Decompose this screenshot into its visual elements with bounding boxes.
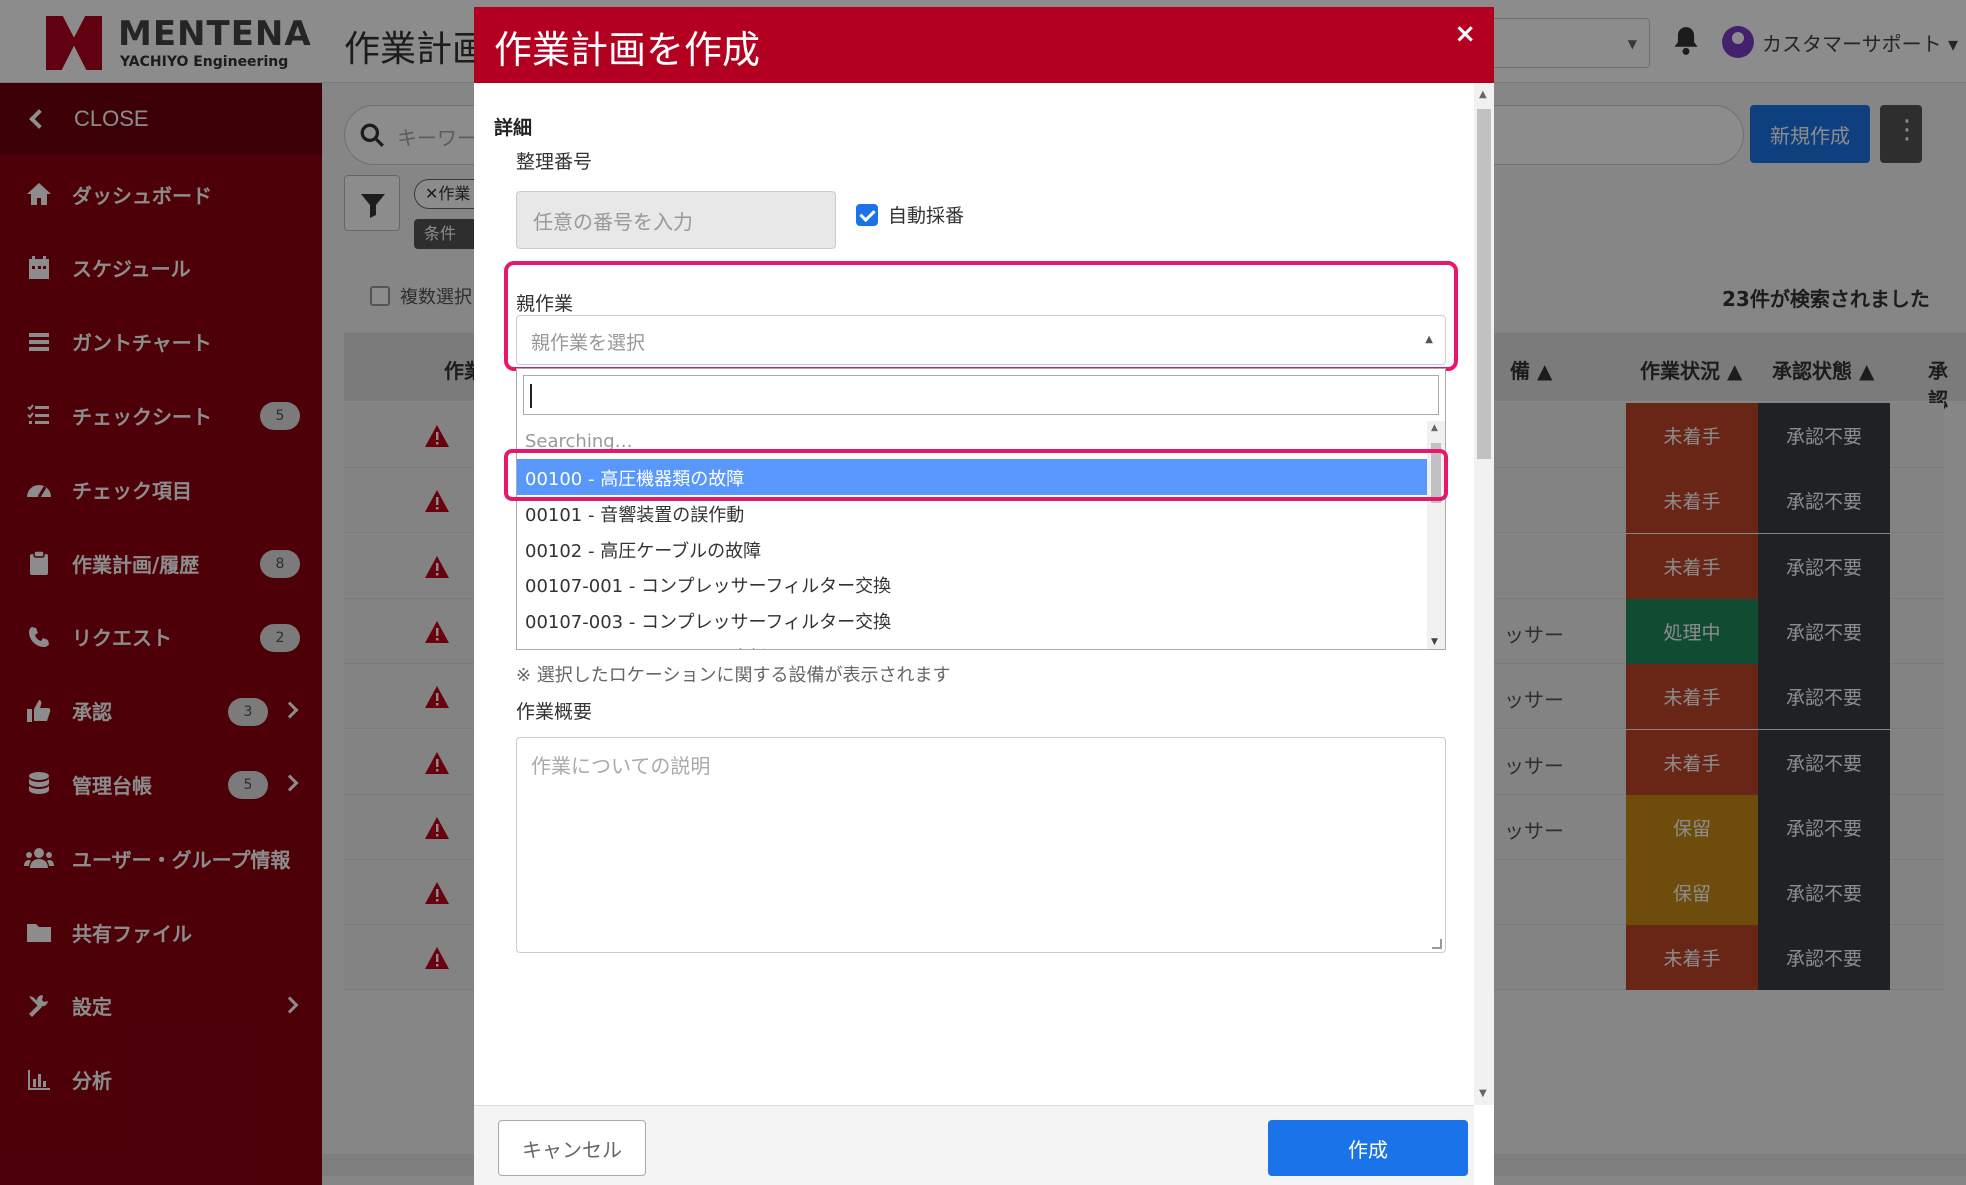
modal-header: 作業計画を作成 × <box>474 7 1494 83</box>
summary-textarea[interactable]: 作業についての説明 <box>516 737 1446 953</box>
auto-number-checkbox[interactable] <box>856 203 878 226</box>
location-hint: ※ 選択したロケーションに関する設備が表示されます <box>516 665 951 686</box>
number-input[interactable]: 任意の番号を入力 <box>516 191 836 249</box>
scroll-down-icon[interactable]: ▼ <box>1431 637 1438 647</box>
modal-scroll-thumb[interactable] <box>1477 109 1491 459</box>
create-button[interactable]: 作成 <box>1268 1120 1468 1176</box>
selected-option-highlight <box>504 449 1448 501</box>
dropdown-option[interactable]: 00102 - 高圧ケーブルの故障 <box>517 531 1429 567</box>
modal-title: 作業計画を作成 <box>494 28 761 72</box>
parent-work-highlight <box>504 261 1458 371</box>
parent-work-dropdown: Searching… 00100 - 高圧機器類の故障 00101 - 音響装置の… <box>516 368 1446 650</box>
text-cursor <box>530 384 532 408</box>
scroll-up-icon[interactable]: ▲ <box>1431 423 1438 433</box>
dropdown-option[interactable]: 00107-001 - コンプレッサーフィルター交換 <box>517 566 1429 602</box>
dropdown-search-input[interactable] <box>523 375 1439 415</box>
summary-placeholder: 作業についての説明 <box>531 754 711 778</box>
auto-number-label: 自動採番 <box>888 205 965 227</box>
modal-body: 詳細 整理番号 任意の番号を入力 自動採番 親作業 親作業を選択 ▲ Searc… <box>474 83 1474 1105</box>
dropdown-option[interactable]: 00107-003 - コンプレッサーフィルター交換 <box>517 602 1429 638</box>
scroll-up-icon[interactable]: ▲ <box>1479 89 1487 100</box>
number-label: 整理番号 <box>516 151 593 173</box>
create-work-plan-modal: 作業計画を作成 × 詳細 整理番号 任意の番号を入力 自動採番 親作業 親作業を… <box>474 7 1494 1185</box>
resize-grip-icon[interactable] <box>1432 939 1442 949</box>
summary-label: 作業概要 <box>516 701 593 723</box>
cancel-button[interactable]: キャンセル <box>498 1120 646 1176</box>
scroll-down-icon[interactable]: ▼ <box>1479 1088 1487 1099</box>
modal-footer: キャンセル 作成 <box>474 1105 1474 1185</box>
section-title-details: 詳細 <box>494 117 533 139</box>
dropdown-option[interactable]: 00109-001 - ローラーの摩耗 <box>517 638 1429 649</box>
modal-scrollbar[interactable]: ▲ ▼ <box>1474 83 1494 1105</box>
close-icon[interactable]: × <box>1454 19 1476 49</box>
auto-number-toggle[interactable]: 自動採番 <box>856 201 964 228</box>
